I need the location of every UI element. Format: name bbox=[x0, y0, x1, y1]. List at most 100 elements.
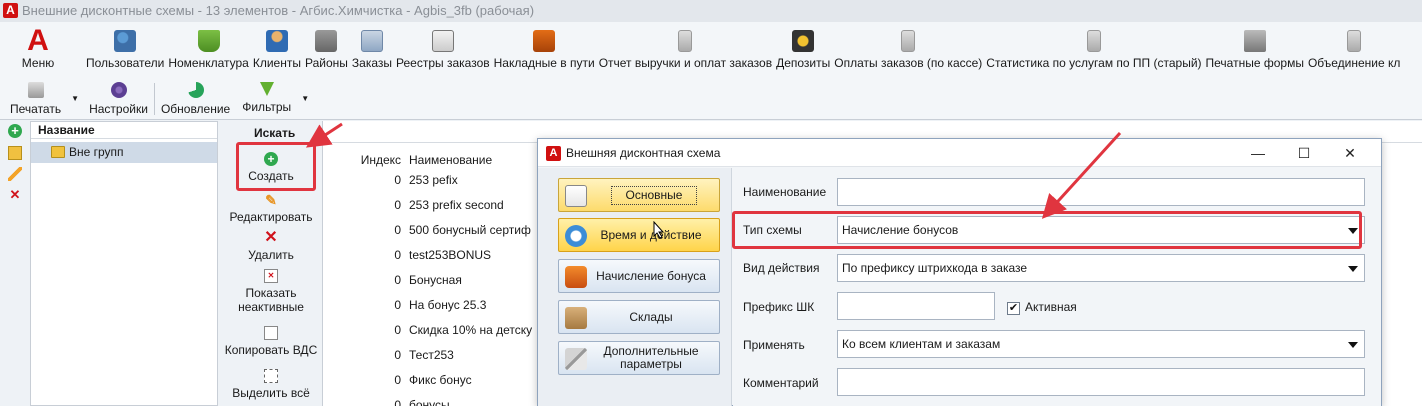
select-all-icon bbox=[264, 369, 278, 383]
clock-icon bbox=[565, 225, 587, 247]
menu-button[interactable]: A Меню bbox=[12, 26, 64, 74]
prefix-input[interactable] bbox=[837, 292, 995, 320]
edit-button[interactable]: ✎ Редактировать bbox=[220, 193, 322, 224]
select-all-label: Выделить всё bbox=[232, 386, 310, 400]
cell-name: test253BONUS bbox=[409, 248, 492, 262]
nav-additional-params[interactable]: Дополнительные параметры bbox=[558, 341, 720, 375]
action-type-select[interactable]: По префиксу штрихкода в заказе bbox=[837, 254, 1365, 282]
print-icon bbox=[27, 82, 44, 98]
copy-button[interactable]: Копировать ВДС bbox=[220, 326, 322, 357]
tool-label: Оплаты заказов (по кассе) bbox=[834, 56, 983, 70]
tool-label: Отчет выручки и оплат заказов bbox=[598, 56, 773, 70]
chevron-down-icon[interactable]: ▼ bbox=[301, 94, 309, 103]
tree-header: Название bbox=[31, 122, 217, 139]
tool-label: Пользователи bbox=[86, 56, 165, 70]
nav-basic[interactable]: Основные bbox=[558, 178, 720, 212]
tool-order-registers[interactable]: Реестры заказов bbox=[394, 28, 492, 76]
add-group-icon[interactable]: + bbox=[8, 124, 22, 138]
folder-icon[interactable] bbox=[8, 146, 22, 160]
dialog-title: Внешняя дисконтная схема bbox=[566, 146, 721, 160]
apply-select[interactable]: Ко всем клиентам и заказам bbox=[837, 330, 1365, 358]
column-header-index[interactable]: Индекс bbox=[357, 151, 401, 169]
comment-input[interactable] bbox=[837, 368, 1365, 396]
tool-order-payments[interactable]: Оплаты заказов (по кассе) bbox=[832, 28, 984, 76]
report-icon bbox=[901, 30, 916, 52]
edit-group-icon[interactable] bbox=[8, 167, 22, 181]
delete-group-icon[interactable]: ✕ bbox=[8, 188, 22, 202]
filter-icon bbox=[259, 82, 274, 96]
tool-nomenclature[interactable]: Номенклатура bbox=[166, 28, 251, 76]
registry-icon bbox=[431, 30, 454, 52]
tool-service-stats[interactable]: Статистика по услугам по ПП (старый) bbox=[984, 28, 1203, 76]
tool-merge-clients[interactable]: Объединение кл bbox=[1306, 28, 1402, 76]
maximize-button[interactable]: ☐ bbox=[1281, 139, 1327, 167]
tool-print-forms[interactable]: Печатные формы bbox=[1204, 28, 1306, 76]
cell-index: 0 bbox=[394, 398, 401, 406]
nav-time-action[interactable]: Время и действие bbox=[558, 218, 720, 252]
tool-clients[interactable]: Клиенты bbox=[251, 28, 303, 76]
close-button[interactable]: ✕ bbox=[1327, 139, 1373, 167]
cell-name: Бонусная bbox=[409, 273, 462, 287]
boxes-icon bbox=[565, 307, 587, 329]
nav-warehouses[interactable]: Склады bbox=[558, 300, 720, 334]
filters-button[interactable]: Фильтры ▼ bbox=[236, 80, 309, 118]
client-icon bbox=[265, 30, 288, 52]
nav-label: Начисление бонуса bbox=[596, 268, 706, 283]
cell-index: 0 bbox=[394, 198, 401, 212]
app-logo-icon: A bbox=[3, 3, 18, 18]
discount-scheme-dialog: A Внешняя дисконтная схема — ☐ ✕ Основны… bbox=[537, 138, 1382, 406]
cell-name: 253 pefix bbox=[409, 173, 458, 187]
tool-revenue-report[interactable]: Отчет выручки и оплат заказов bbox=[597, 28, 774, 76]
tool-label: Реестры заказов bbox=[396, 56, 490, 70]
tool-label: Номенклатура bbox=[168, 56, 249, 70]
settings-button[interactable]: Настройки bbox=[75, 80, 154, 118]
tool-users[interactable]: Пользователи bbox=[84, 28, 166, 76]
ribbon: A Меню Пользователи Номенклатура Клиенты… bbox=[0, 22, 1422, 120]
column-header-name[interactable]: Наименование bbox=[409, 151, 492, 169]
refresh-button[interactable]: Обновление bbox=[155, 80, 236, 118]
chevron-down-icon[interactable] bbox=[1348, 342, 1358, 348]
print-label: Печатать bbox=[10, 102, 62, 116]
tool-waybills[interactable]: Накладные в пути bbox=[492, 28, 597, 76]
report-icon bbox=[1347, 30, 1362, 52]
bonus-icon bbox=[565, 266, 587, 288]
folder-icon bbox=[51, 146, 65, 158]
cell-name: Тест253 bbox=[409, 348, 454, 362]
truck-icon bbox=[533, 30, 556, 52]
minimize-button[interactable]: — bbox=[1235, 139, 1281, 167]
active-checkbox[interactable]: ✔ bbox=[1007, 302, 1020, 315]
edit-label: Редактировать bbox=[229, 210, 313, 224]
tool-label: Депозиты bbox=[776, 56, 831, 70]
window-title: Внешние дисконтные схемы - 13 элементов … bbox=[22, 3, 535, 18]
cell-name: Скидка 10% на детску bbox=[409, 323, 533, 337]
print-button[interactable]: Печатать ▼ bbox=[0, 80, 79, 118]
pencil-icon: ✎ bbox=[265, 192, 277, 208]
name-input[interactable] bbox=[837, 178, 1365, 206]
cell-name: бонусы bbox=[409, 398, 450, 406]
chevron-down-icon[interactable] bbox=[1348, 266, 1358, 272]
dialog-titlebar: A Внешняя дисконтная схема — ☐ ✕ bbox=[538, 139, 1381, 167]
action-type-label: Вид действия bbox=[743, 261, 820, 275]
orders-icon bbox=[360, 30, 383, 52]
form-icon bbox=[565, 185, 587, 207]
tool-orders[interactable]: Заказы bbox=[350, 28, 394, 76]
filters-label: Фильтры bbox=[242, 100, 292, 114]
cell-index: 0 bbox=[394, 223, 401, 237]
tree-node-outside-groups[interactable]: Вне групп bbox=[31, 142, 217, 163]
tool-label: Статистика по услугам по ПП (старый) bbox=[986, 56, 1202, 70]
inactive-doc-icon: ✕ bbox=[264, 269, 278, 283]
cell-index: 0 bbox=[394, 373, 401, 387]
cell-index: 0 bbox=[394, 248, 401, 262]
tool-deposits[interactable]: Депозиты bbox=[774, 28, 832, 76]
show-inactive-button[interactable]: ✕ Показать неактивные bbox=[220, 269, 322, 314]
select-all-button[interactable]: Выделить всё bbox=[220, 369, 322, 400]
cell-index: 0 bbox=[394, 348, 401, 362]
delete-button[interactable]: ✕ Удалить bbox=[220, 229, 322, 263]
cell-name: 500 бонусный сертиф bbox=[409, 223, 531, 237]
search-button[interactable]: Искать bbox=[254, 126, 295, 140]
apply-label: Применять bbox=[743, 338, 805, 352]
nav-bonus-accrual[interactable]: Начисление бонуса bbox=[558, 259, 720, 293]
cell-name: На бонус 25.3 bbox=[409, 298, 487, 312]
delete-icon: ✕ bbox=[264, 229, 278, 246]
tool-districts[interactable]: Районы bbox=[303, 28, 350, 76]
